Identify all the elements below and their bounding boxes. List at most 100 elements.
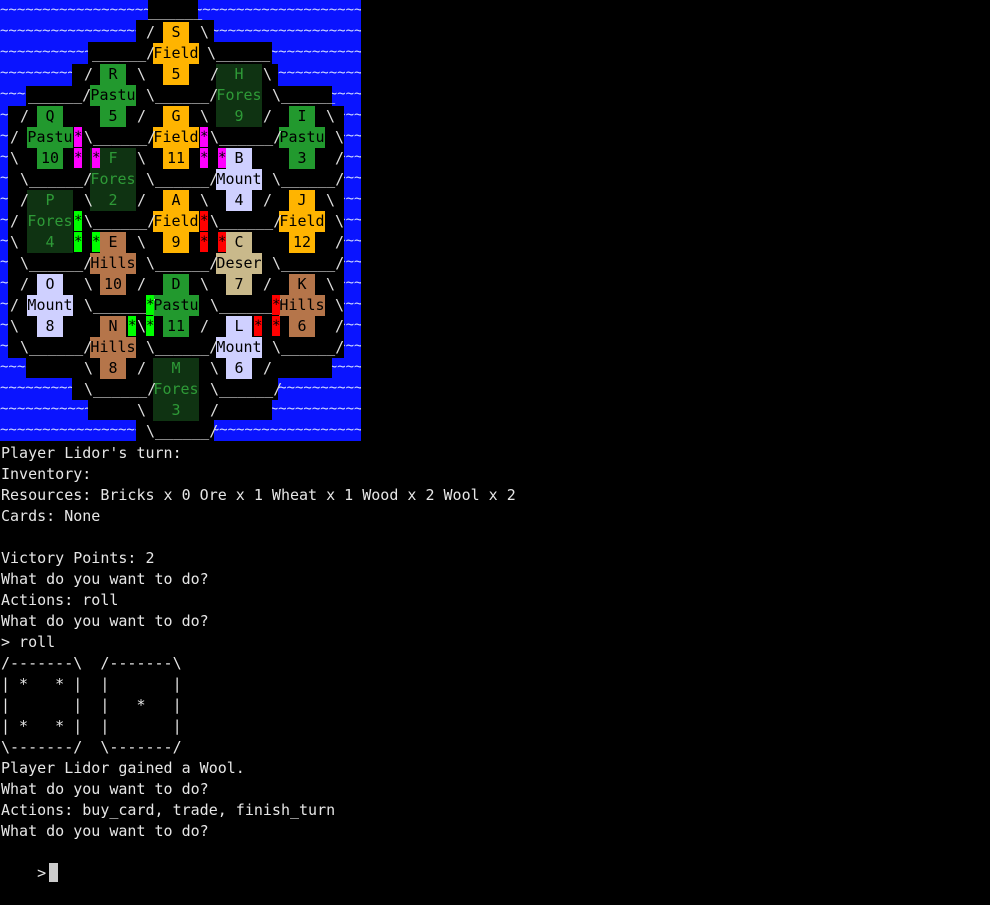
hex-edge: \______/ bbox=[84, 128, 157, 146]
land-area bbox=[212, 398, 272, 420]
tile-terrain: Pastu bbox=[279, 127, 325, 148]
settlement-marker: * bbox=[146, 297, 155, 313]
console-line: Actions: roll bbox=[1, 591, 119, 609]
tile-terrain: Pastu bbox=[27, 127, 73, 148]
hex-edge: / bbox=[20, 275, 30, 293]
console-line: \-------/ \-------/ bbox=[1, 738, 182, 756]
hex-edge: / bbox=[84, 65, 94, 83]
player-piece: * bbox=[200, 232, 208, 252]
tile-number: 6 bbox=[226, 358, 252, 379]
tile-number: 3 bbox=[289, 148, 315, 169]
hex-edge: \ bbox=[137, 149, 147, 167]
tile-number: 10 bbox=[37, 148, 63, 169]
tile-number: 4 bbox=[226, 190, 252, 211]
hex-edge: \______/ bbox=[20, 170, 93, 188]
hex-edge: \ bbox=[335, 296, 345, 314]
tile-number: 2 bbox=[90, 190, 136, 211]
hex-tile-m: M Fores 3 bbox=[153, 358, 199, 421]
settlement-marker: * bbox=[128, 318, 137, 334]
settlement-marker: * bbox=[218, 150, 227, 166]
hex-edge: \______/ bbox=[84, 212, 157, 230]
tile-letter: N bbox=[100, 316, 126, 337]
tile-terrain: Deser bbox=[216, 253, 262, 274]
tile-number: 11 bbox=[163, 316, 189, 337]
hex-tile-p: P Fores 4 bbox=[27, 190, 73, 253]
hex-edge: ______/ bbox=[92, 44, 156, 62]
hex-edge: \______/ bbox=[146, 86, 219, 104]
tile-terrain: Field bbox=[153, 127, 199, 148]
hex-edge: \______/ bbox=[272, 254, 345, 272]
tile-number: 11 bbox=[163, 148, 189, 169]
tile-letter: A bbox=[163, 190, 189, 211]
tile-number: 8 bbox=[100, 358, 126, 379]
tile-terrain: Fores bbox=[27, 211, 73, 232]
tile-number: 7 bbox=[226, 274, 252, 295]
tile-letter: M bbox=[153, 358, 199, 379]
player-piece: * bbox=[200, 211, 208, 231]
settlement-marker: * bbox=[272, 318, 281, 334]
console-line: Actions: buy_card, trade, finish_turn bbox=[1, 801, 336, 819]
tile-letter: K bbox=[289, 274, 315, 295]
player-piece: * bbox=[74, 211, 82, 231]
settlement-marker: * bbox=[200, 129, 209, 145]
hex-edge: / bbox=[137, 359, 147, 377]
hex-edge: \ bbox=[137, 317, 147, 335]
tile-terrain: Hills bbox=[90, 337, 136, 358]
tile-letter: J bbox=[289, 190, 315, 211]
hex-edge: / bbox=[20, 107, 30, 125]
hex-edge: / bbox=[210, 65, 220, 83]
player-piece: * bbox=[146, 316, 154, 336]
tile-terrain: Field bbox=[153, 43, 199, 64]
hex-edge: ______ bbox=[148, 2, 203, 20]
hex-edge: ______/ bbox=[28, 86, 92, 104]
hex-edge: \______ bbox=[207, 44, 271, 62]
hex-tile-k: K Hills 6 bbox=[279, 274, 325, 337]
settlement-marker: * bbox=[254, 318, 263, 334]
hex-edge: / bbox=[137, 107, 147, 125]
hex-edge: \ bbox=[263, 65, 273, 83]
tile-letter: I bbox=[289, 106, 315, 127]
tile-letter: H bbox=[216, 64, 262, 85]
settlement-marker: * bbox=[74, 213, 83, 229]
hex-tile-r: R Pastu 5 bbox=[90, 64, 136, 127]
player-piece: * bbox=[254, 316, 262, 336]
hex-edge: \ bbox=[210, 359, 220, 377]
tile-number: 12 bbox=[289, 232, 315, 253]
settlement-marker: * bbox=[218, 234, 227, 250]
tile-terrain: Hills bbox=[90, 253, 136, 274]
hex-edge: / bbox=[263, 191, 273, 209]
settlement-marker: * bbox=[200, 234, 209, 250]
tile-letter: O bbox=[37, 274, 63, 295]
console-line: What do you want to do? bbox=[1, 822, 209, 840]
hex-edge: \______/ bbox=[146, 422, 219, 440]
hex-edge: / bbox=[263, 275, 273, 293]
player-piece: * bbox=[74, 127, 82, 147]
player-piece: * bbox=[74, 232, 82, 252]
hex-tile-q: Q Pastu 10 bbox=[27, 106, 73, 169]
text-cursor[interactable] bbox=[49, 863, 59, 882]
hex-edge: \______/ bbox=[20, 338, 93, 356]
settlement-marker: * bbox=[200, 150, 209, 166]
tile-terrain: Mount bbox=[216, 169, 262, 190]
hex-edge: / bbox=[335, 233, 345, 251]
hex-edge: \______/ bbox=[146, 254, 219, 272]
console-line: | * * | | | bbox=[1, 675, 182, 693]
console-line: /-------\ /-------\ bbox=[1, 654, 182, 672]
hex-edge: \ bbox=[84, 359, 94, 377]
input-prompt-line[interactable]: > bbox=[1, 842, 986, 882]
hex-edge: \______/ bbox=[272, 338, 345, 356]
tile-number: 5 bbox=[163, 64, 189, 85]
settlement-marker: * bbox=[272, 297, 281, 313]
settlement-marker: * bbox=[146, 318, 155, 334]
tile-letter: L bbox=[226, 316, 252, 337]
tile-letter: R bbox=[100, 64, 126, 85]
hex-edge: \______/ bbox=[146, 170, 219, 188]
hex-edge: \ bbox=[326, 107, 336, 125]
tile-letter: Q bbox=[37, 106, 63, 127]
hex-edge: \ bbox=[335, 212, 345, 230]
player-piece: * bbox=[146, 295, 154, 315]
hex-edge: / bbox=[146, 23, 156, 41]
console-line: Player Lidor gained a Wool. bbox=[1, 759, 245, 777]
settlement-marker: * bbox=[92, 150, 101, 166]
console-line: Victory Points: 2 bbox=[1, 549, 155, 567]
